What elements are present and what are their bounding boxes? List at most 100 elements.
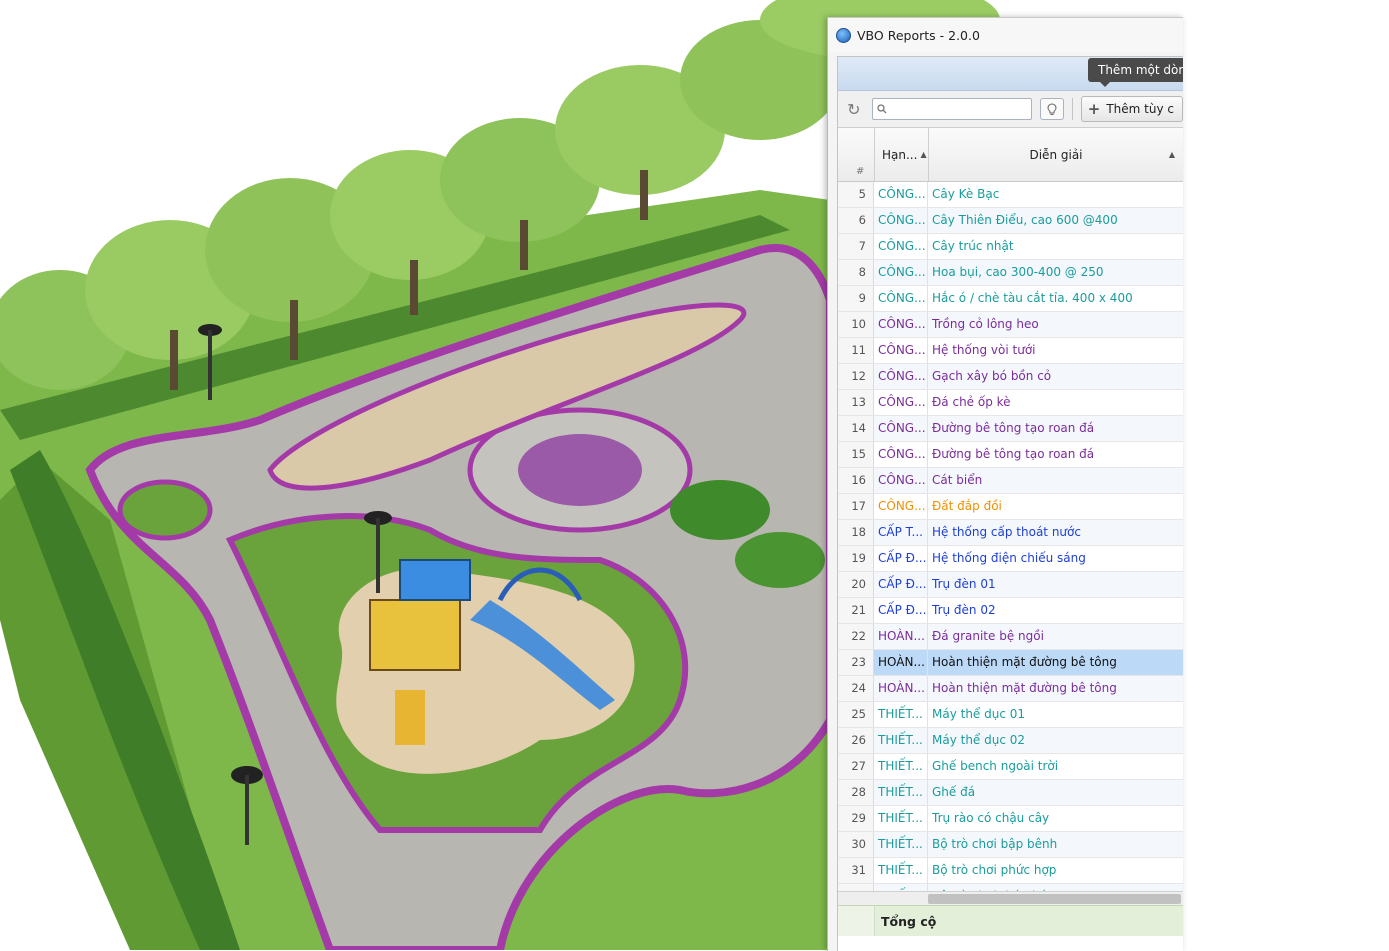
cell-dien-giai[interactable]: Hệ thống điện chiếu sáng — [928, 546, 1183, 571]
row-number: 31 — [838, 858, 874, 883]
cell-dien-giai[interactable]: Máy thể dục 02 — [928, 728, 1183, 753]
table-row[interactable]: 6 CÔNG... Cây Thiên Điểu, cao 600 @400 — [838, 208, 1183, 234]
cell-han[interactable]: CÔNG... — [874, 468, 928, 493]
play-tower — [369, 599, 461, 671]
cell-dien-giai[interactable]: Bộ trò chơi phức hợp — [928, 858, 1183, 883]
table-row[interactable]: 7 CÔNG... Cây trúc nhật — [838, 234, 1183, 260]
table-row[interactable]: 25 THIẾT... Máy thể dục 01 — [838, 702, 1183, 728]
table-row[interactable]: 11 CÔNG... Hệ thống vòi tưới — [838, 338, 1183, 364]
table-row[interactable]: 29 THIẾT... Trụ rào có chậu cây — [838, 806, 1183, 832]
table-row[interactable]: 21 CẤP Đ... Trụ đèn 02 — [838, 598, 1183, 624]
cell-han[interactable]: CÔNG... — [874, 312, 928, 337]
cell-dien-giai[interactable]: Cây trúc nhật — [928, 234, 1183, 259]
cell-dien-giai[interactable]: Cây Kè Bạc — [928, 182, 1183, 207]
table-row[interactable]: 10 CÔNG... Trồng cỏ lông heo — [838, 312, 1183, 338]
cell-han[interactable]: CÔNG... — [874, 416, 928, 441]
table-row[interactable]: 19 CẤP Đ... Hệ thống điện chiếu sáng — [838, 546, 1183, 572]
cell-dien-giai[interactable]: Ghế bench ngoài trời — [928, 754, 1183, 779]
cell-han[interactable]: CÔNG... — [874, 286, 928, 311]
cell-han[interactable]: THIẾT... — [874, 832, 928, 857]
cell-han[interactable]: CẤP Đ... — [874, 546, 928, 571]
cell-dien-giai[interactable]: Bộ trò chơi bập bênh — [928, 832, 1183, 857]
add-custom-button[interactable]: + Thêm tùy c — [1080, 96, 1183, 122]
cell-dien-giai[interactable]: Ghế đá — [928, 780, 1183, 805]
table-row[interactable]: 15 CÔNG... Đường bê tông tạo roan đá — [838, 442, 1183, 468]
table-row[interactable]: 8 CÔNG... Hoa bụi, cao 300-400 @ 250 — [838, 260, 1183, 286]
column-header-han[interactable]: Hạn... ▲ — [875, 128, 929, 181]
cell-han[interactable]: CẤP Đ... — [874, 598, 928, 623]
cell-han[interactable]: THIẾT... — [874, 806, 928, 831]
cell-dien-giai[interactable]: Đá granite bệ ngồi — [928, 624, 1183, 649]
table-row[interactable]: 28 THIẾT... Ghế đá — [838, 780, 1183, 806]
cell-dien-giai[interactable]: Cát biển — [928, 468, 1183, 493]
cell-dien-giai[interactable]: Đá chẻ ốp kè — [928, 390, 1183, 415]
column-header-dien-giai[interactable]: Diễn giải ▲ — [929, 128, 1183, 181]
cell-dien-giai[interactable]: Hắc ó / chè tàu cắt tỉa. 400 x 400 — [928, 286, 1183, 311]
table-row[interactable]: 26 THIẾT... Máy thể dục 02 — [838, 728, 1183, 754]
table-row[interactable]: 5 CÔNG... Cây Kè Bạc — [838, 182, 1183, 208]
cell-dien-giai[interactable]: Trụ rào có chậu cây — [928, 806, 1183, 831]
column-header-num[interactable]: # — [838, 128, 875, 181]
row-number: 25 — [838, 702, 874, 727]
table-row[interactable]: 12 CÔNG... Gạch xây bó bồn cỏ — [838, 364, 1183, 390]
cell-dien-giai[interactable]: Đường bê tông tạo roan đá — [928, 442, 1183, 467]
table-row[interactable]: 17 CÔNG... Đất đắp đồi — [838, 494, 1183, 520]
cell-han[interactable]: THIẾT... — [874, 702, 928, 727]
cell-han[interactable]: HOÀN... — [874, 650, 928, 675]
table-row[interactable]: 9 CÔNG... Hắc ó / chè tàu cắt tỉa. 400 x 4… — [838, 286, 1183, 312]
table-row[interactable]: 18 CẤP T... Hệ thống cấp thoát nước — [838, 520, 1183, 546]
cell-han[interactable]: HOÀN... — [874, 624, 928, 649]
cell-han[interactable]: THIẾT... — [874, 858, 928, 883]
cell-dien-giai[interactable]: Hệ thống vòi tưới — [928, 338, 1183, 363]
cell-dien-giai[interactable]: Trụ đèn 02 — [928, 598, 1183, 623]
cell-dien-giai[interactable]: Đường bê tông tạo roan đá — [928, 416, 1183, 441]
cell-han[interactable]: THIẾT... — [874, 780, 928, 805]
table-row[interactable]: 13 CÔNG... Đá chẻ ốp kè — [838, 390, 1183, 416]
flower-bed — [117, 479, 213, 541]
cell-han[interactable]: THIẾT... — [874, 754, 928, 779]
table-row[interactable]: 27 THIẾT... Ghế bench ngoài trời — [838, 754, 1183, 780]
cell-dien-giai[interactable]: Hoàn thiện mặt đường bê tông — [928, 676, 1183, 701]
table-row[interactable]: 24 HOÀN... Hoàn thiện mặt đường bê tông — [838, 676, 1183, 702]
cell-han[interactable]: CẤP T... — [874, 520, 928, 545]
cell-han[interactable]: CÔNG... — [874, 338, 928, 363]
row-number: 17 — [838, 494, 874, 519]
cell-dien-giai[interactable]: Máy thể dục 01 — [928, 702, 1183, 727]
table-row[interactable]: 31 THIẾT... Bộ trò chơi phức hợp — [838, 858, 1183, 884]
cell-han[interactable]: CÔNG... — [874, 234, 928, 259]
search-box[interactable] — [871, 98, 1033, 120]
cell-han[interactable]: CÔNG... — [874, 182, 928, 207]
cell-han[interactable]: CÔNG... — [874, 208, 928, 233]
cell-han[interactable]: HOÀN... — [874, 676, 928, 701]
refresh-icon[interactable]: ↻ — [844, 99, 864, 119]
table-row[interactable]: 16 CÔNG... Cát biển — [838, 468, 1183, 494]
cell-han[interactable]: CÔNG... — [874, 390, 928, 415]
table-row[interactable]: 23 HOÀN... Hoàn thiện mặt đường bê tông — [838, 650, 1183, 676]
cell-dien-giai[interactable]: Trụ đèn 01 — [928, 572, 1183, 597]
cell-dien-giai[interactable]: Cây Thiên Điểu, cao 600 @400 — [928, 208, 1183, 233]
search-input[interactable] — [886, 102, 1031, 116]
table-row[interactable]: 20 CẤP Đ... Trụ đèn 01 — [838, 572, 1183, 598]
scrollbar-thumb[interactable] — [928, 894, 1181, 904]
cell-dien-giai[interactable]: Gạch xây bó bồn cỏ — [928, 364, 1183, 389]
cell-han[interactable]: THIẾT... — [874, 728, 928, 753]
cell-han[interactable]: CÔNG... — [874, 260, 928, 285]
cell-dien-giai[interactable]: Đất đắp đồi — [928, 494, 1183, 519]
cell-dien-giai[interactable]: Hoàn thiện mặt đường bê tông — [928, 650, 1183, 675]
table-row[interactable]: 30 THIẾT... Bộ trò chơi bập bênh — [838, 832, 1183, 858]
lightbulb-button[interactable] — [1040, 98, 1064, 120]
total-label: Tổng cộ — [881, 913, 937, 929]
horizontal-scrollbar[interactable] — [838, 891, 1183, 906]
cell-dien-giai[interactable]: Hoa bụi, cao 300-400 @ 250 — [928, 260, 1183, 285]
cell-han[interactable]: CÔNG... — [874, 364, 928, 389]
table-row[interactable]: 22 HOÀN... Đá granite bệ ngồi — [838, 624, 1183, 650]
cell-han[interactable]: CÔNG... — [874, 494, 928, 519]
title-bar: VBO Reports - 2.0.0 — [828, 18, 1183, 52]
row-number: 29 — [838, 806, 874, 831]
cell-dien-giai[interactable]: Hệ thống cấp thoát nước — [928, 520, 1183, 545]
cell-dien-giai[interactable]: Trồng cỏ lông heo — [928, 312, 1183, 337]
cell-han[interactable]: CÔNG... — [874, 442, 928, 467]
table-row[interactable]: 14 CÔNG... Đường bê tông tạo roan đá — [838, 416, 1183, 442]
lightbulb-icon — [1047, 102, 1057, 115]
cell-han[interactable]: CẤP Đ... — [874, 572, 928, 597]
